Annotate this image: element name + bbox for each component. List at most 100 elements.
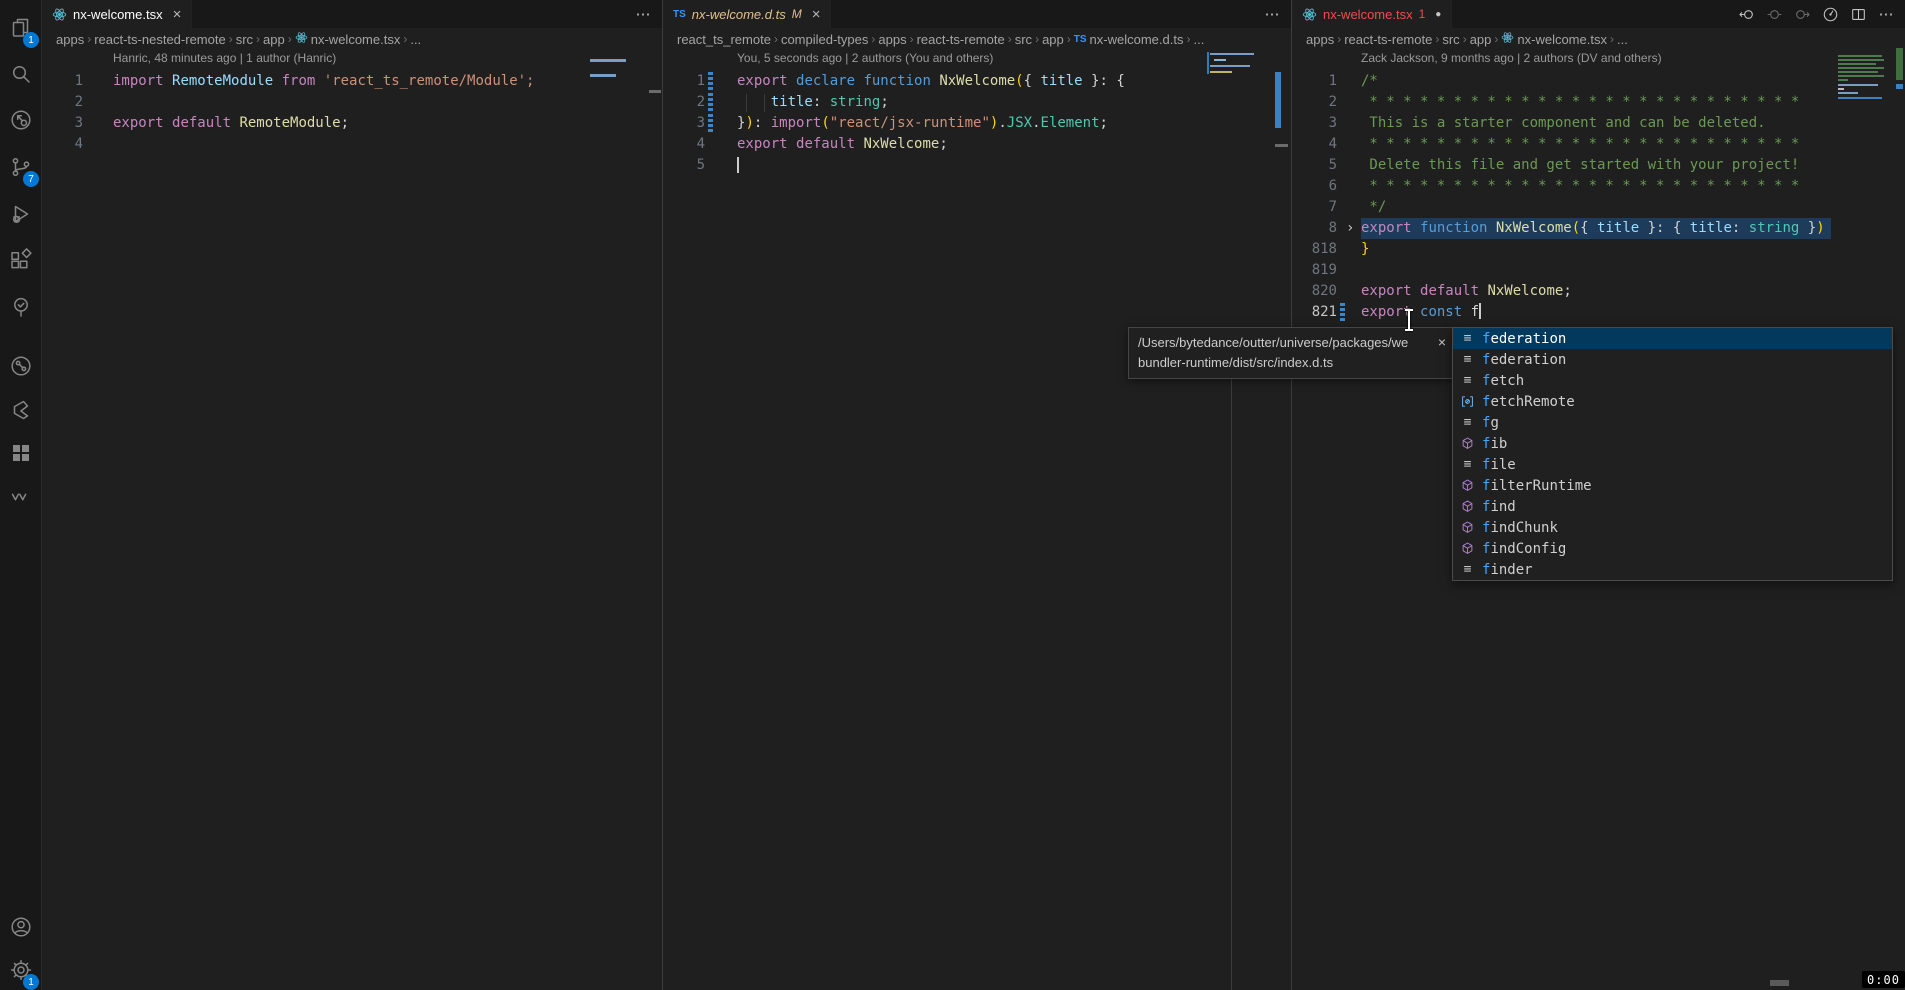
- suggest-item-fg[interactable]: ≡fg: [1453, 412, 1892, 433]
- code-text[interactable]: This is a starter component and can be d…: [1361, 113, 1766, 134]
- breadcrumb-item[interactable]: nx-welcome.tsx: [1501, 31, 1607, 47]
- close-icon[interactable]: ×: [812, 6, 821, 23]
- code-text[interactable]: */: [1361, 197, 1386, 218]
- breadcrumb-item[interactable]: app: [1042, 32, 1064, 47]
- breadcrumb-item[interactable]: nx-welcome.tsx: [295, 31, 401, 47]
- code-text[interactable]: Delete this file and get started with yo…: [1361, 155, 1799, 176]
- code-text[interactable]: * * * * * * * * * * * * * * * * * * * * …: [1361, 134, 1799, 155]
- code-text[interactable]: }): import("react/jsx-runtime").JSX.Elem…: [737, 113, 1108, 134]
- breadcrumb-item[interactable]: react-ts-remote: [1344, 32, 1432, 47]
- token: [273, 73, 281, 89]
- breadcrumb-item[interactable]: src: [236, 32, 253, 47]
- suggest-item-findChunk[interactable]: findChunk: [1453, 517, 1892, 538]
- activity-item-run-debug[interactable]: [0, 196, 42, 236]
- breadcrumb-label: ...: [1193, 32, 1204, 47]
- token: Delete this file and get started with yo…: [1361, 157, 1799, 173]
- scrollbar-fragment[interactable]: [1770, 980, 1789, 986]
- code-text[interactable]: export default NxWelcome;: [1361, 281, 1572, 302]
- breadcrumb-item[interactable]: app: [263, 32, 285, 47]
- code-area[interactable]: 1import RemoteModule from 'react_ts_remo…: [42, 71, 662, 155]
- suggest-item-fetchRemote[interactable]: fetchRemote: [1453, 391, 1892, 412]
- suggest-item-find[interactable]: find: [1453, 496, 1892, 517]
- editor-group-divider-left[interactable]: [662, 0, 663, 990]
- more-icon[interactable]: ⋯: [634, 5, 652, 23]
- suggest-item-finder[interactable]: ≡finder: [1453, 559, 1892, 580]
- breadcrumb-item[interactable]: ...: [410, 32, 421, 47]
- activity-item-remote-pin[interactable]: [0, 102, 42, 142]
- dirty-indicator-icon[interactable]: ●: [1435, 9, 1441, 20]
- breadcrumb-item[interactable]: ...: [1193, 32, 1204, 47]
- line-number: 6: [1292, 176, 1337, 197]
- next-change-icon[interactable]: [1793, 5, 1811, 23]
- activity-item-settings[interactable]: 1: [0, 952, 42, 990]
- change-icon[interactable]: [1765, 5, 1783, 23]
- activity-item-gitlens[interactable]: [0, 348, 42, 388]
- activity-item-explorer[interactable]: 1: [0, 10, 42, 50]
- tab-nx-welcome.d.ts[interactable]: TSnx-welcome.d.tsM×: [663, 0, 831, 28]
- activity-item-grid[interactable]: [0, 435, 42, 475]
- code-text[interactable]: * * * * * * * * * * * * * * * * * * * * …: [1361, 176, 1799, 197]
- breadcrumb-item[interactable]: app: [1470, 32, 1492, 47]
- more-icon[interactable]: ⋯: [1877, 5, 1895, 23]
- editor-group-divider-right[interactable]: [1291, 0, 1292, 990]
- breadcrumb-item[interactable]: apps: [878, 32, 906, 47]
- suggest-item-findConfig[interactable]: findConfig: [1453, 538, 1892, 559]
- breadcrumb-item[interactable]: ...: [1617, 32, 1628, 47]
- breadcrumb-item[interactable]: src: [1015, 32, 1032, 47]
- suggest-item-federation[interactable]: ≡federation: [1453, 328, 1892, 349]
- activity-item-todo-tree[interactable]: [0, 289, 42, 329]
- code-area[interactable]: 1export declare function NxWelcome({ tit…: [663, 71, 1291, 176]
- codelens-blame[interactable]: You, 5 seconds ago | 2 authors (You and …: [737, 51, 993, 70]
- split-icon[interactable]: [1849, 5, 1867, 23]
- breadcrumb-item[interactable]: react-ts-remote: [917, 32, 1005, 47]
- breadcrumb-label: apps: [56, 32, 84, 47]
- code-text[interactable]: }: [1361, 239, 1369, 260]
- breadcrumb-label: apps: [1306, 32, 1334, 47]
- breadcrumb-item[interactable]: src: [1442, 32, 1459, 47]
- breadcrumb-item[interactable]: compiled-types: [781, 32, 868, 47]
- code-text[interactable]: export declare function NxWelcome({ titl…: [737, 71, 1125, 92]
- tab-nx-welcome.tsx[interactable]: nx-welcome.tsx1●: [1292, 0, 1452, 28]
- activity-item-source-control[interactable]: 7: [0, 149, 42, 189]
- suggest-item-federation[interactable]: ≡federation: [1453, 349, 1892, 370]
- breadcrumb-item[interactable]: react-ts-nested-remote: [94, 32, 226, 47]
- suggest-item-fetch[interactable]: ≡fetch: [1453, 370, 1892, 391]
- suggest-item-fib[interactable]: fib: [1453, 433, 1892, 454]
- suggest-item-file[interactable]: ≡file: [1453, 454, 1892, 475]
- prev-change-icon[interactable]: [1737, 5, 1755, 23]
- tab-nx-welcome.tsx[interactable]: nx-welcome.tsx×: [42, 0, 192, 28]
- breadcrumb-item[interactable]: TSnx-welcome.d.ts: [1074, 32, 1184, 47]
- breadcrumb: react_ts_remote›compiled-types›apps›reac…: [663, 28, 1291, 50]
- breadcrumb-item[interactable]: react_ts_remote: [677, 32, 771, 47]
- breadcrumb-item[interactable]: apps: [1306, 32, 1334, 47]
- codelens-blame[interactable]: Zack Jackson, 9 months ago | 2 authors (…: [1361, 51, 1662, 70]
- text-caret: [737, 157, 739, 173]
- token: title: [1690, 220, 1732, 236]
- history-icon[interactable]: [1821, 5, 1839, 23]
- activity-item-bookmarks[interactable]: [0, 392, 42, 432]
- code-text[interactable]: import RemoteModule from 'react_ts_remot…: [113, 71, 534, 92]
- code-text[interactable]: export function NxWelcome({ title }: { t…: [1361, 218, 1831, 239]
- chevron-right-icon: ›: [871, 32, 875, 46]
- token: default: [172, 115, 239, 131]
- activity-item-wallaby[interactable]: [0, 479, 42, 519]
- code-text[interactable]: /*: [1361, 71, 1378, 92]
- gitlens-icon: [9, 354, 33, 383]
- breadcrumb-item[interactable]: apps: [56, 32, 84, 47]
- more-icon[interactable]: ⋯: [1263, 5, 1281, 23]
- fold-chevron-icon[interactable]: ›: [1346, 218, 1354, 239]
- suggest-item-filterRuntime[interactable]: filterRuntime: [1453, 475, 1892, 496]
- code-text[interactable]: * * * * * * * * * * * * * * * * * * * * …: [1361, 92, 1799, 113]
- close-icon[interactable]: ×: [1438, 332, 1446, 352]
- code-text[interactable]: export default RemoteModule;: [113, 113, 349, 134]
- activity-item-account[interactable]: [0, 909, 42, 949]
- code-text[interactable]: export default NxWelcome;: [737, 134, 948, 155]
- code-text[interactable]: title: string;: [737, 92, 889, 113]
- code-area[interactable]: 1/*2 * * * * * * * * * * * * * * * * * *…: [1292, 71, 1905, 323]
- code-text[interactable]: export const f: [1361, 302, 1481, 323]
- activity-item-extensions[interactable]: [0, 242, 42, 282]
- activity-item-search[interactable]: [0, 56, 42, 96]
- codelens-blame[interactable]: Hanric, 48 minutes ago | 1 author (Hanri…: [113, 51, 336, 70]
- line-number: 3: [42, 113, 83, 134]
- close-icon[interactable]: ×: [173, 6, 182, 23]
